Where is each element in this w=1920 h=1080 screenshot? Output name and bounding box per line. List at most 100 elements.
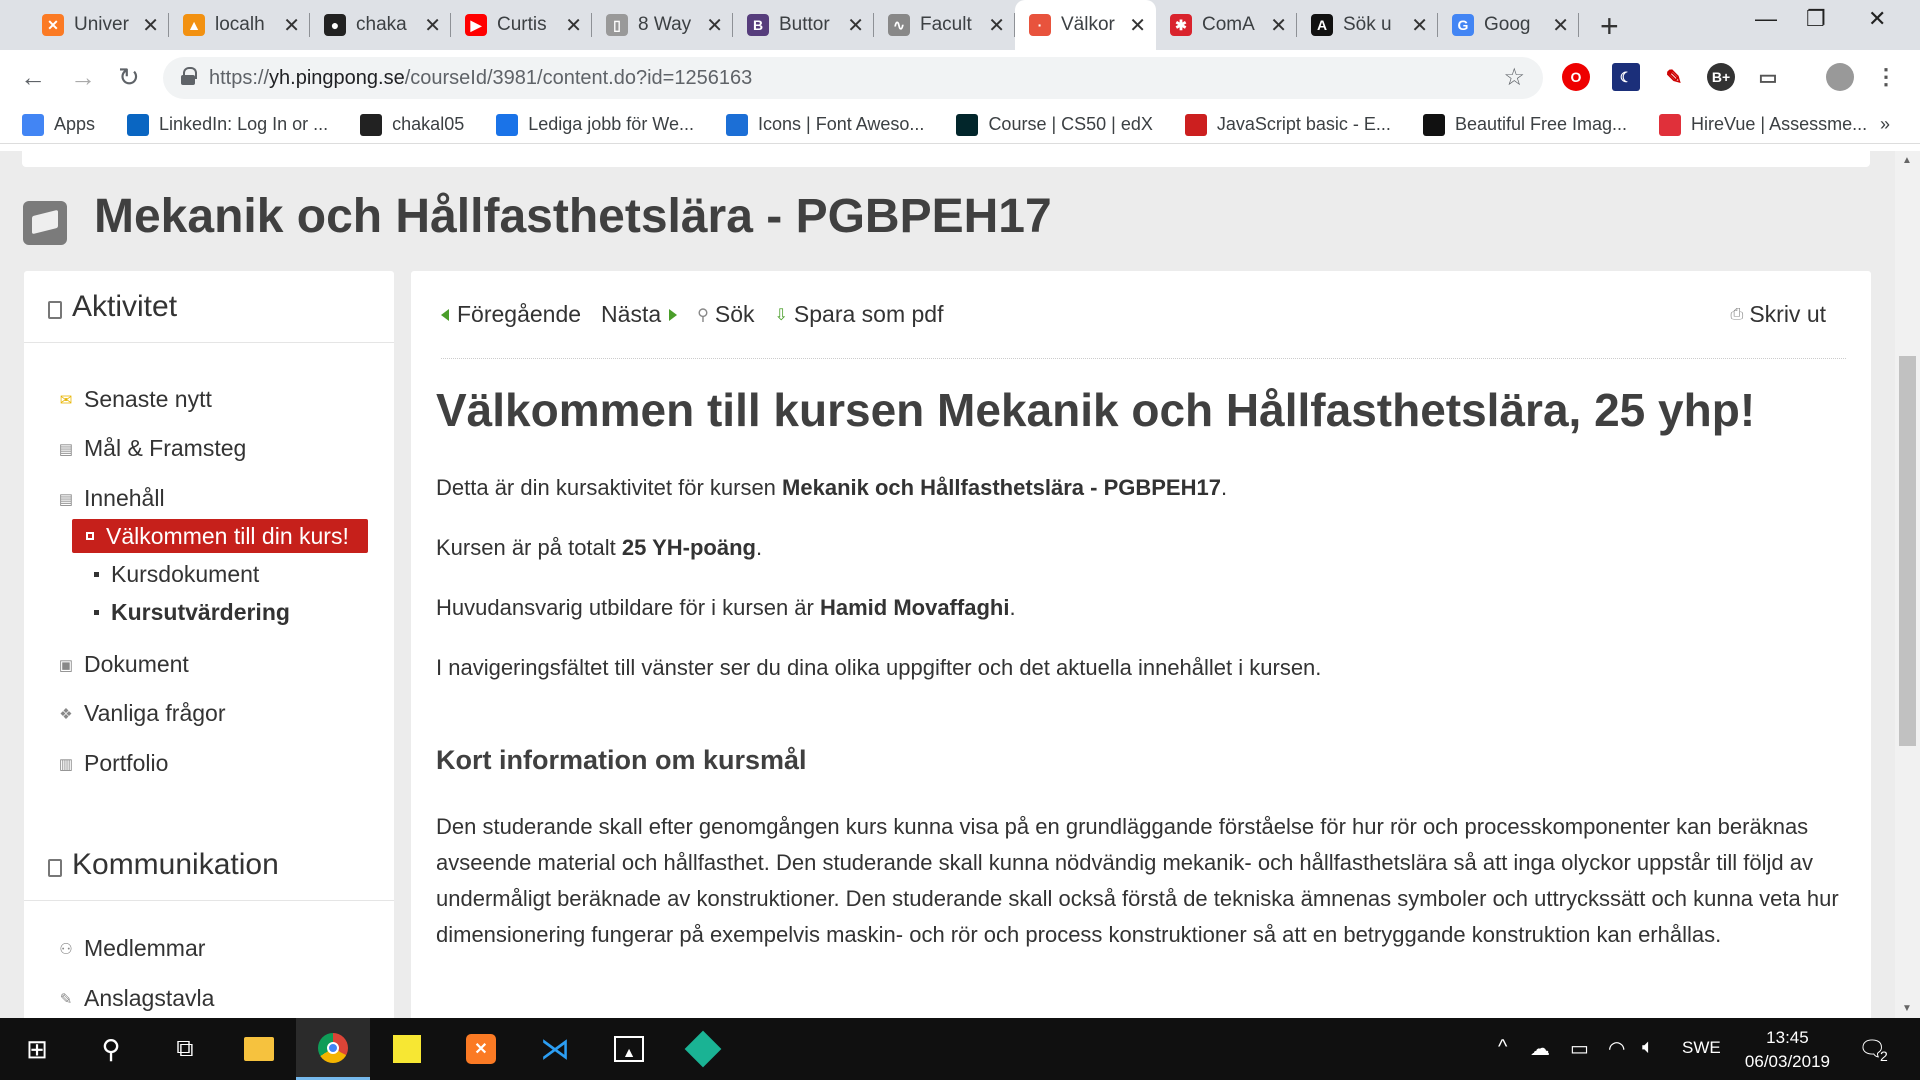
search-icon: ⚲ (101, 1033, 121, 1064)
task-view-icon: ⧉ (176, 1035, 194, 1062)
bookmark-4[interactable]: Lediga jobb för We... (496, 113, 694, 136)
search-button[interactable]: ⚲ Sök (697, 301, 754, 328)
close-tab-icon[interactable]: ✕ (706, 13, 723, 38)
bookmark-star-icon[interactable]: ☆ (1503, 63, 1525, 92)
content-subitem-1[interactable]: Välkommen till din kurs! (72, 519, 368, 553)
reload-button[interactable]: ↻ (118, 62, 140, 93)
tab-3[interactable]: ● chaka ✕ (310, 0, 451, 50)
communication-item-1[interactable]: ⚇ Medlemmar (56, 935, 205, 962)
back-button[interactable]: ← (20, 62, 46, 93)
youtube-icon: ▶ (465, 14, 487, 36)
search-taskbar-button[interactable]: ⚲ (74, 1018, 148, 1080)
close-tab-icon[interactable]: ✕ (988, 13, 1005, 38)
w3resource-icon (1184, 113, 1207, 136)
teacher-text: Huvudansvarig utbildare för i kursen är (436, 595, 820, 620)
close-tab-icon[interactable]: ✕ (142, 13, 159, 38)
show-hidden-icons-icon[interactable]: ^ (1498, 1036, 1507, 1059)
profile-avatar[interactable] (1826, 63, 1854, 91)
close-tab-icon[interactable]: ✕ (1129, 13, 1146, 38)
tab-11[interactable]: G Goog ✕ (1438, 0, 1579, 50)
tab-4[interactable]: ▶ Curtis ✕ (451, 0, 592, 50)
page-scrollbar[interactable]: ▲ ▼ (1895, 151, 1920, 1018)
new-tab-button[interactable]: + (1600, 8, 1619, 45)
bookmark-3[interactable]: chakal05 (360, 113, 464, 136)
content-subitem-3[interactable]: Kursutvärdering (84, 595, 290, 629)
print-button[interactable]: ⎙ Skriv ut (1731, 301, 1827, 328)
bplus-extension-icon[interactable]: B+ (1707, 63, 1735, 91)
sidebar-item-6[interactable]: ▥ Portfolio (56, 750, 168, 777)
scroll-up-icon[interactable]: ▲ (1902, 155, 1912, 166)
sidebar-item-1[interactable]: ✉ Senaste nytt (56, 386, 212, 413)
tab-1[interactable]: ✕ Univer ✕ (28, 0, 169, 50)
tab-2[interactable]: ▲ localh ✕ (169, 0, 310, 50)
opera-extension-icon[interactable]: O (1562, 63, 1590, 91)
more-bookmarks-button[interactable]: » (1880, 114, 1890, 135)
gitkraken-button[interactable] (666, 1018, 740, 1080)
close-window-button[interactable]: ✕ (1868, 6, 1886, 32)
start-button[interactable]: ⊞ (0, 1018, 74, 1080)
menu-icon[interactable]: ⋮ (1872, 63, 1900, 91)
close-tab-icon[interactable]: ✕ (1411, 13, 1428, 38)
content-subitem-label: Välkommen till din kurs! (106, 522, 349, 549)
github-icon (360, 113, 383, 136)
eyedropper-extension-icon[interactable]: ✎ (1660, 63, 1688, 91)
battery-icon[interactable]: ▭ (1570, 1036, 1589, 1061)
chrome-taskbar-button[interactable] (296, 1018, 370, 1080)
sidebar-item-2[interactable]: ▤ Mål & Framsteg (56, 435, 246, 462)
photos-icon: ▲ (614, 1036, 644, 1062)
url-host: yh.pingpong.se (269, 66, 405, 89)
scrollbar-thumb[interactable] (1899, 356, 1916, 746)
save-pdf-button[interactable]: ⇩ Spara som pdf (775, 301, 944, 328)
tab-6[interactable]: B Buttor ✕ (733, 0, 874, 50)
bookmark-5[interactable]: Icons | Font Aweso... (726, 113, 924, 136)
sidebar-item-5[interactable]: ❖ Vanliga frågor (56, 700, 226, 727)
restore-button[interactable]: ❐ (1806, 6, 1826, 32)
scroll-down-icon[interactable]: ▼ (1902, 1003, 1912, 1014)
onedrive-icon[interactable]: ☁ (1530, 1036, 1550, 1061)
file-explorer-button[interactable] (222, 1018, 296, 1080)
sticky-notes-button[interactable] (370, 1018, 444, 1080)
next-button[interactable]: Nästa (601, 301, 678, 328)
sidebar-item-3[interactable]: ▤ Innehåll (56, 485, 165, 512)
close-tab-icon[interactable]: ✕ (1552, 13, 1569, 38)
sidebar-item-label: Vanliga frågor (84, 700, 226, 726)
volume-icon[interactable]: 🔈︎ (1642, 1036, 1654, 1059)
tab-9[interactable]: ✱ ComA ✕ (1156, 0, 1297, 50)
clock[interactable]: 13:45 06/03/2019 (1745, 1026, 1830, 1074)
close-tab-icon[interactable]: ✕ (283, 13, 300, 38)
bookmark-9[interactable]: HireVue | Assessme... (1659, 113, 1867, 136)
communication-item-2[interactable]: ✎ Anslagstavla (56, 985, 215, 1012)
bookmark-1[interactable]: Apps (22, 113, 95, 136)
forward-button[interactable]: → (70, 62, 96, 93)
xampp-button[interactable]: ✕ (444, 1018, 518, 1080)
bookmark-2[interactable]: LinkedIn: Log In or ... (127, 113, 328, 136)
cast-icon[interactable]: ▭ (1754, 63, 1782, 91)
minimize-button[interactable]: — (1755, 6, 1777, 32)
bookmark-7[interactable]: JavaScript basic - E... (1184, 113, 1391, 136)
bookmark-8[interactable]: Beautiful Free Imag... (1422, 113, 1627, 136)
close-tab-icon[interactable]: ✕ (1270, 13, 1287, 38)
language-indicator[interactable]: SWE (1682, 1038, 1721, 1058)
eu-extension-icon[interactable]: ☾ (1612, 63, 1640, 91)
close-tab-icon[interactable]: ✕ (424, 13, 441, 38)
vscode-button[interactable]: ⋊ (518, 1018, 592, 1080)
previous-button[interactable]: Föregående (441, 301, 581, 328)
photos-button[interactable]: ▲ (592, 1018, 666, 1080)
sticky-notes-icon (393, 1035, 421, 1063)
task-view-button[interactable]: ⧉ (148, 1018, 222, 1080)
tab-5[interactable]: ▯ 8 Way ✕ (592, 0, 733, 50)
bookmarks-bar: Apps LinkedIn: Log In or ... chakal05 Ledig… (0, 106, 1920, 144)
tab-10[interactable]: A Sök u ✕ (1297, 0, 1438, 50)
close-tab-icon[interactable]: ✕ (847, 13, 864, 38)
tab-7[interactable]: ∿ Facult ✕ (874, 0, 1015, 50)
tab-8[interactable]: · Välkor ✕ (1015, 0, 1156, 50)
intro-course-name: Mekanik och Hållfasthetslära - PGBPEH17 (782, 475, 1221, 500)
address-bar[interactable]: https://yh.pingpong.se/courseId/3981/con… (163, 57, 1543, 99)
sidebar-item-4[interactable]: ▣ Dokument (56, 651, 189, 678)
toolbar-row: ← → ↻ https://yh.pingpong.se/courseId/39… (0, 50, 1920, 106)
bookmark-6[interactable]: Course | CS50 | edX (956, 113, 1153, 136)
close-tab-icon[interactable]: ✕ (565, 13, 582, 38)
intro-paragraph: Detta är din kursaktivitet för kursen Me… (436, 475, 1227, 501)
wifi-icon[interactable]: ◠ (1608, 1036, 1625, 1061)
content-subitem-2[interactable]: Kursdokument (84, 557, 259, 591)
